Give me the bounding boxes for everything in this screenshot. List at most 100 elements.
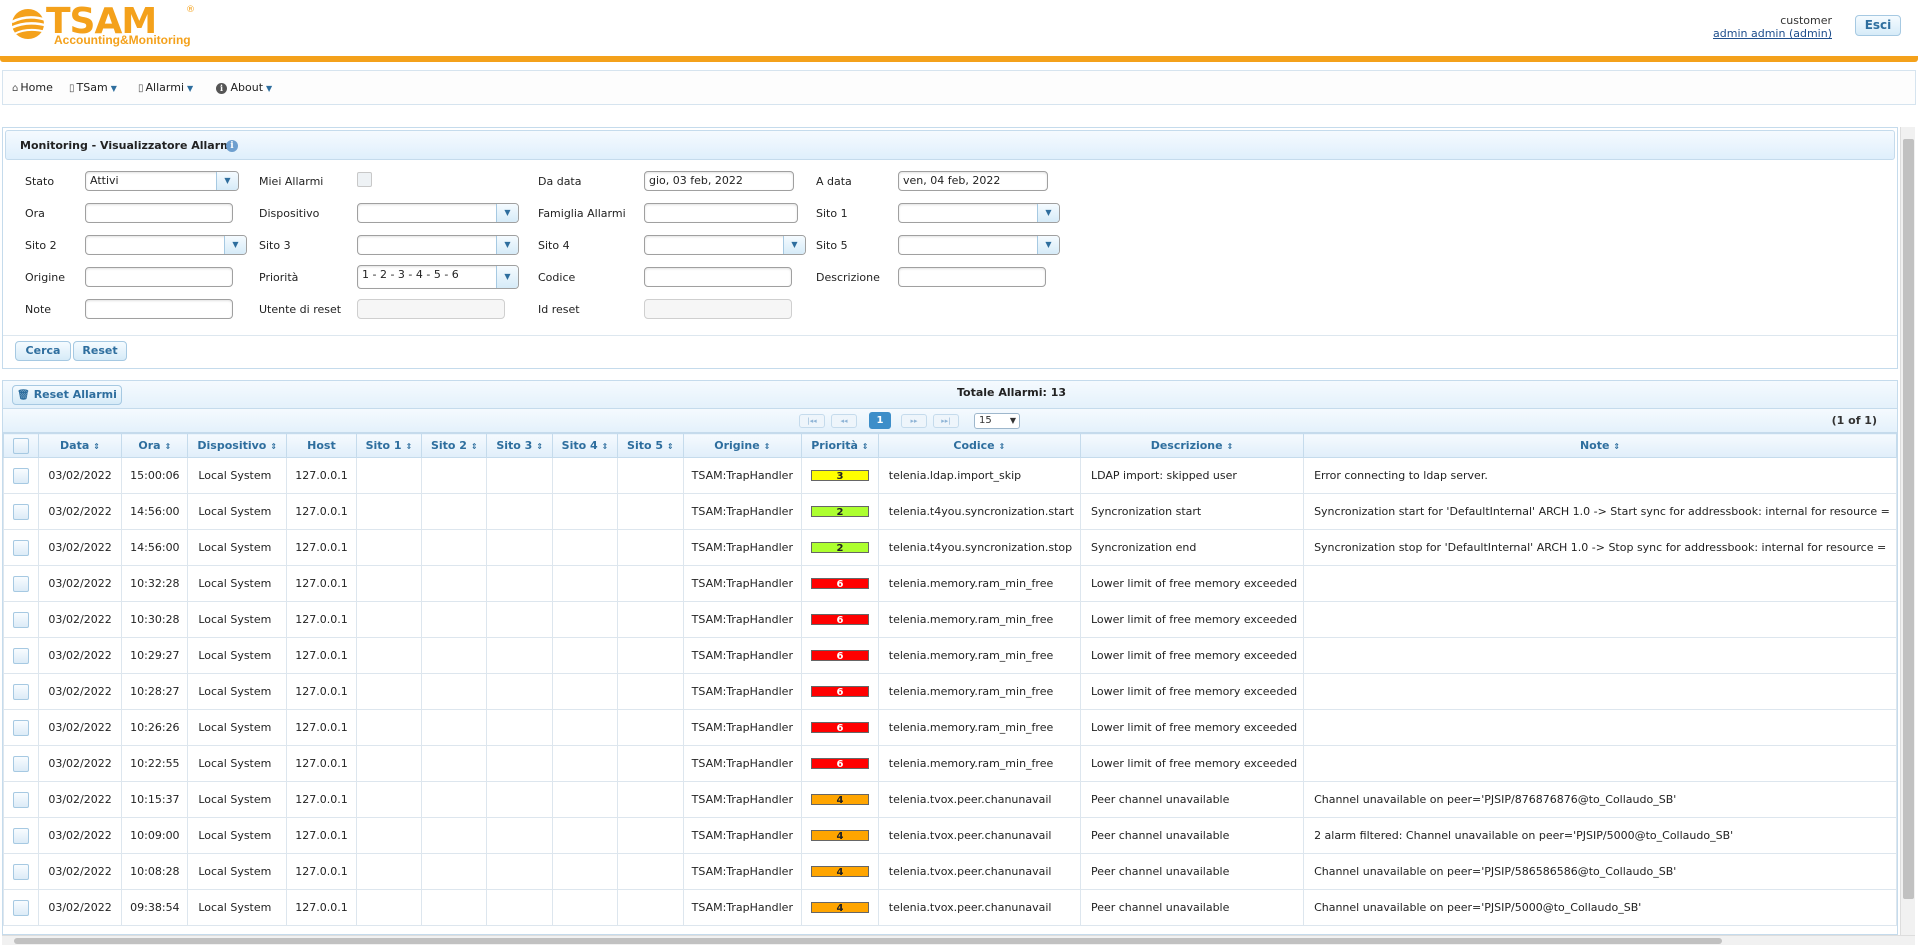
column-header-codice[interactable]: Codice ⇕ (877, 433, 1081, 458)
menu-item-allarmi[interactable]: ▯ Allarmi ▼ (138, 80, 193, 96)
chevron-down-icon[interactable]: ▼ (216, 172, 238, 190)
row-checkbox[interactable] (12, 863, 29, 880)
column-header-origine[interactable]: Origine ⇕ (682, 433, 803, 458)
origine-input[interactable] (85, 267, 233, 287)
reset-button[interactable]: Reset (73, 341, 127, 361)
row-checkbox[interactable] (12, 611, 29, 628)
sort-icon[interactable]: ⇕ (93, 442, 100, 451)
row-checkbox[interactable] (12, 827, 29, 844)
row-checkbox[interactable] (12, 575, 29, 592)
row-select-cell[interactable] (3, 673, 39, 710)
descrizione-input[interactable] (898, 267, 1046, 287)
column-header-sito-3[interactable]: Sito 3 ⇕ (486, 433, 553, 458)
column-header-sito-2[interactable]: Sito 2 ⇕ (421, 433, 488, 458)
last-page-icon[interactable]: ▸▸| (933, 414, 959, 428)
select-all-checkbox[interactable] (12, 437, 29, 454)
sort-icon[interactable]: ⇕ (862, 442, 869, 451)
table-row[interactable]: 03/02/2022 10:28:27 Local System 127.0.0.1 T… (3, 673, 1897, 710)
table-row[interactable]: 03/02/2022 14:56:00 Local System 127.0.0.1 T… (3, 529, 1897, 566)
menu-item-home[interactable]: ⌂ Home (12, 80, 53, 96)
next-page-icon[interactable]: ▸▸ (901, 414, 927, 428)
row-select-cell[interactable] (3, 493, 39, 530)
column-header-descrizione[interactable]: Descrizione ⇕ (1079, 433, 1305, 458)
column-header-dispositivo[interactable]: Dispositivo ⇕ (187, 433, 288, 458)
row-select-cell[interactable] (3, 637, 39, 674)
a-data-input[interactable]: ven, 04 feb, 2022 (898, 171, 1048, 191)
current-page-button[interactable]: 1 (869, 412, 891, 429)
sito4-select[interactable]: ▼ (644, 235, 806, 255)
sort-icon[interactable]: ⇕ (1227, 442, 1234, 451)
row-checkbox[interactable] (12, 755, 29, 772)
sort-icon[interactable]: ⇕ (999, 442, 1006, 451)
horizontal-scrollbar[interactable] (2, 935, 1915, 945)
row-checkbox[interactable] (12, 719, 29, 736)
dispositivo-select[interactable]: ▼ (357, 203, 519, 223)
user-profile-link[interactable]: admin admin (admin) (1713, 27, 1832, 40)
row-select-cell[interactable] (3, 817, 39, 854)
sito1-select[interactable]: ▼ (898, 203, 1060, 223)
table-row[interactable]: 03/02/2022 10:30:28 Local System 127.0.0.1 T… (3, 601, 1897, 638)
table-row[interactable]: 03/02/2022 10:29:27 Local System 127.0.0.1 T… (3, 637, 1897, 674)
sort-icon[interactable]: ⇕ (536, 442, 543, 451)
info-icon[interactable]: i (226, 140, 238, 152)
tsam-logo[interactable]: TSAM ® Accounting&Monitoring (8, 2, 198, 50)
miei-allarmi-checkbox[interactable] (357, 172, 372, 187)
column-header-data[interactable]: Data ⇕ (37, 433, 123, 458)
table-row[interactable]: 03/02/2022 10:32:28 Local System 127.0.0.1 T… (3, 565, 1897, 602)
sort-icon[interactable]: ⇕ (165, 442, 172, 451)
chevron-down-icon[interactable]: ▼ (496, 236, 518, 254)
sort-icon[interactable]: ⇕ (471, 442, 478, 451)
row-checkbox[interactable] (12, 647, 29, 664)
sito5-select[interactable]: ▼ (898, 235, 1060, 255)
row-checkbox[interactable] (12, 791, 29, 808)
first-page-icon[interactable]: |◂◂ (799, 414, 825, 428)
column-header-sito-5[interactable]: Sito 5 ⇕ (617, 433, 684, 458)
table-row[interactable]: 03/02/2022 09:38:54 Local System 127.0.0.1 T… (3, 889, 1897, 926)
column-header-host[interactable]: Host (286, 433, 357, 458)
column-header-sito-4[interactable]: Sito 4 ⇕ (551, 433, 619, 458)
table-row[interactable]: 03/02/2022 15:00:06 Local System 127.0.0.1 T… (3, 457, 1897, 494)
codice-input[interactable] (644, 267, 792, 287)
chevron-down-icon[interactable]: ▼ (1037, 236, 1059, 254)
previous-page-icon[interactable]: ◂◂ (831, 414, 857, 428)
row-select-cell[interactable] (3, 529, 39, 566)
row-select-cell[interactable] (3, 745, 39, 782)
vertical-scrollbar[interactable] (1900, 127, 1915, 935)
table-row[interactable]: 03/02/2022 10:26:26 Local System 127.0.0.1 T… (3, 709, 1897, 746)
column-header-priorit-[interactable]: Priorità ⇕ (801, 433, 879, 458)
chevron-down-icon[interactable]: ▼ (1037, 204, 1059, 222)
scroll-thumb[interactable] (14, 938, 1722, 944)
column-header-sito-1[interactable]: Sito 1 ⇕ (355, 433, 423, 458)
table-row[interactable]: 03/02/2022 10:09:00 Local System 127.0.0.1 T… (3, 817, 1897, 854)
chevron-down-icon[interactable]: ▼ (496, 266, 518, 288)
reset-alarms-button[interactable]: 🗑 Reset Allarmi (12, 385, 122, 405)
sito2-select[interactable]: ▼ (85, 235, 247, 255)
row-select-cell[interactable] (3, 457, 39, 494)
row-select-cell[interactable] (3, 781, 39, 818)
column-header-ora[interactable]: Ora ⇕ (121, 433, 189, 458)
stato-select[interactable]: Attivi ▼ (85, 171, 239, 191)
row-select-cell[interactable] (3, 853, 39, 890)
row-checkbox[interactable] (12, 539, 29, 556)
table-row[interactable]: 03/02/2022 14:56:00 Local System 127.0.0.1 T… (3, 493, 1897, 530)
scroll-thumb[interactable] (1903, 139, 1914, 899)
famiglia-allarmi-input[interactable] (644, 203, 798, 223)
row-select-cell[interactable] (3, 709, 39, 746)
table-row[interactable]: 03/02/2022 10:22:55 Local System 127.0.0.1 T… (3, 745, 1897, 782)
note-input[interactable] (85, 299, 233, 319)
row-select-cell[interactable] (3, 601, 39, 638)
select-all-header[interactable] (3, 433, 39, 458)
menu-item-tsam[interactable]: ▯ TSam ▼ (69, 80, 117, 96)
column-header-note[interactable]: Note ⇕ (1303, 433, 1897, 458)
search-button[interactable]: Cerca (15, 341, 71, 361)
row-checkbox[interactable] (12, 683, 29, 700)
sort-icon[interactable]: ⇕ (270, 442, 277, 451)
row-select-cell[interactable] (3, 565, 39, 602)
priorita-select[interactable]: 1 - 2 - 3 - 4 - 5 - 6 ▼ (357, 265, 519, 289)
row-checkbox[interactable] (12, 467, 29, 484)
page-size-select[interactable]: 15 ▼ (974, 413, 1020, 429)
sort-icon[interactable]: ⇕ (602, 442, 609, 451)
chevron-down-icon[interactable]: ▼ (224, 236, 246, 254)
exit-button[interactable]: Esci (1855, 15, 1901, 36)
row-checkbox[interactable] (12, 899, 29, 916)
